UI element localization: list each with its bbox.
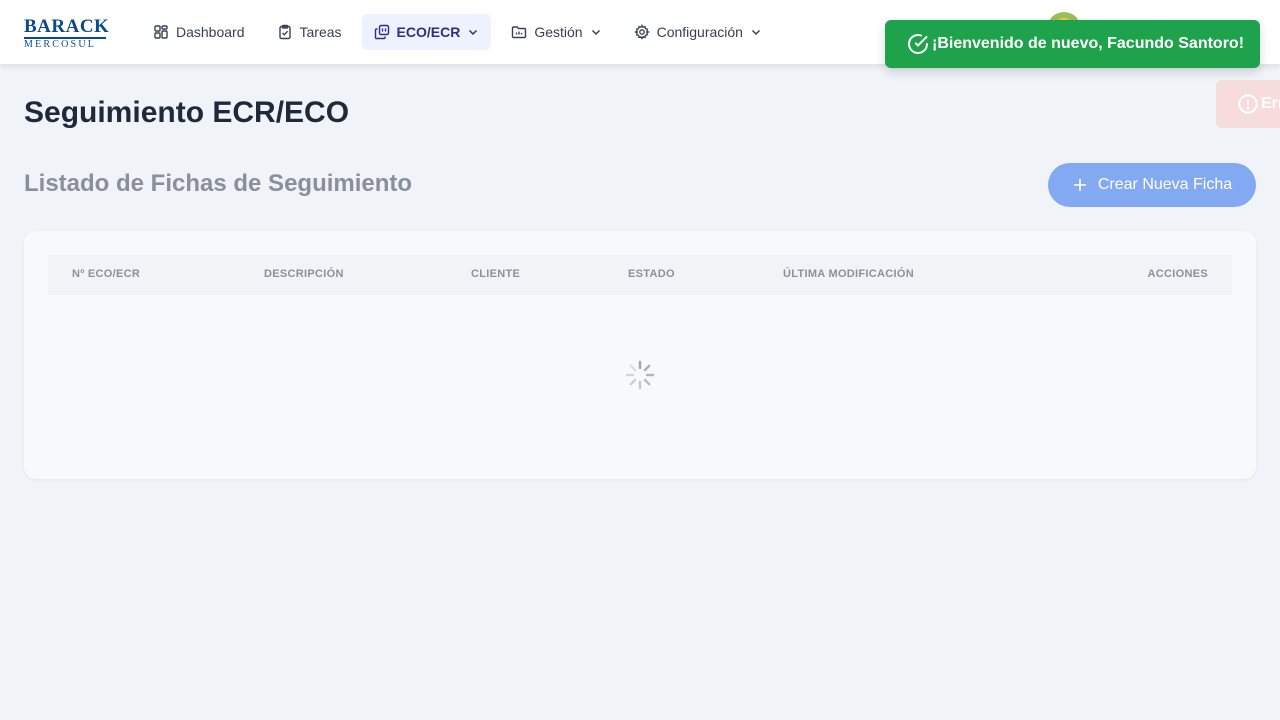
alert-circle-icon	[1238, 94, 1258, 114]
success-toast[interactable]: ¡Bienvenido de nuevo, Facundo Santoro!	[885, 20, 1260, 68]
nav-item-label: ECO/ECR	[396, 24, 461, 40]
nav-item-label: Configuración	[656, 24, 743, 40]
folder-icon	[512, 26, 527, 39]
error-toast-message: Err	[1261, 95, 1280, 112]
create-ficha-button[interactable]: Crear Nueva Ficha	[1048, 163, 1256, 207]
success-toast-message: ¡Bienvenido de nuevo, Facundo Santoro!	[932, 35, 1245, 52]
loading-spinner-icon	[625, 360, 655, 390]
chevron-down-icon	[591, 29, 600, 36]
column-header-ultima-modificacion[interactable]: ÚLTIMA MODIFICACIÓN	[783, 268, 914, 280]
column-header-eco-ecr[interactable]: Nº ECO/ECR	[72, 268, 140, 280]
nav-item-label: Tareas	[299, 24, 342, 40]
nav-item-label: Dashboard	[176, 24, 245, 40]
nav-item-label: Gestión	[534, 24, 583, 40]
brand-name: BARACK	[24, 16, 110, 37]
column-header-estado[interactable]: ESTADO	[628, 268, 675, 280]
plus-icon	[1073, 179, 1086, 191]
column-header-acciones: ACCIONES	[1147, 268, 1208, 280]
brand-logo[interactable]: BARACK MERCOSUL	[24, 16, 110, 50]
main-nav: Dashboard Tareas ECO/ECR Gestión Configu…	[141, 14, 774, 50]
gear-icon	[633, 24, 650, 40]
nav-item-gestion[interactable]: Gestión	[499, 14, 613, 50]
section-title: Listado de Fichas de Seguimiento	[24, 170, 413, 197]
nav-item-dashboard[interactable]: Dashboard	[141, 14, 257, 50]
brand-subtitle: MERCOSUL	[24, 39, 97, 50]
copy-icon	[374, 24, 389, 40]
column-header-descripcion[interactable]: DESCRIPCIÓN	[264, 268, 344, 280]
create-ficha-button-label: Crear Nueva Ficha	[1097, 176, 1233, 193]
nav-item-configuracion[interactable]: Configuración	[622, 14, 774, 50]
page-title: Seguimiento ECR/ECO	[24, 96, 350, 129]
column-header-cliente[interactable]: CLIENTE	[471, 268, 520, 280]
fichas-table-card: Nº ECO/ECR DESCRIPCIÓN CLIENTE ESTADO ÚL…	[24, 231, 1256, 479]
check-circle-icon	[908, 34, 928, 54]
clipboard-check-icon	[278, 24, 291, 40]
nav-item-tareas[interactable]: Tareas	[265, 14, 354, 50]
chevron-down-icon	[751, 29, 760, 36]
dashboard-icon	[154, 25, 168, 39]
error-toast[interactable]: Err	[1216, 80, 1280, 128]
table-header: Nº ECO/ECR DESCRIPCIÓN CLIENTE ESTADO ÚL…	[48, 255, 1232, 295]
chevron-down-icon	[469, 29, 478, 36]
nav-item-eco-ecr[interactable]: ECO/ECR	[361, 14, 492, 50]
